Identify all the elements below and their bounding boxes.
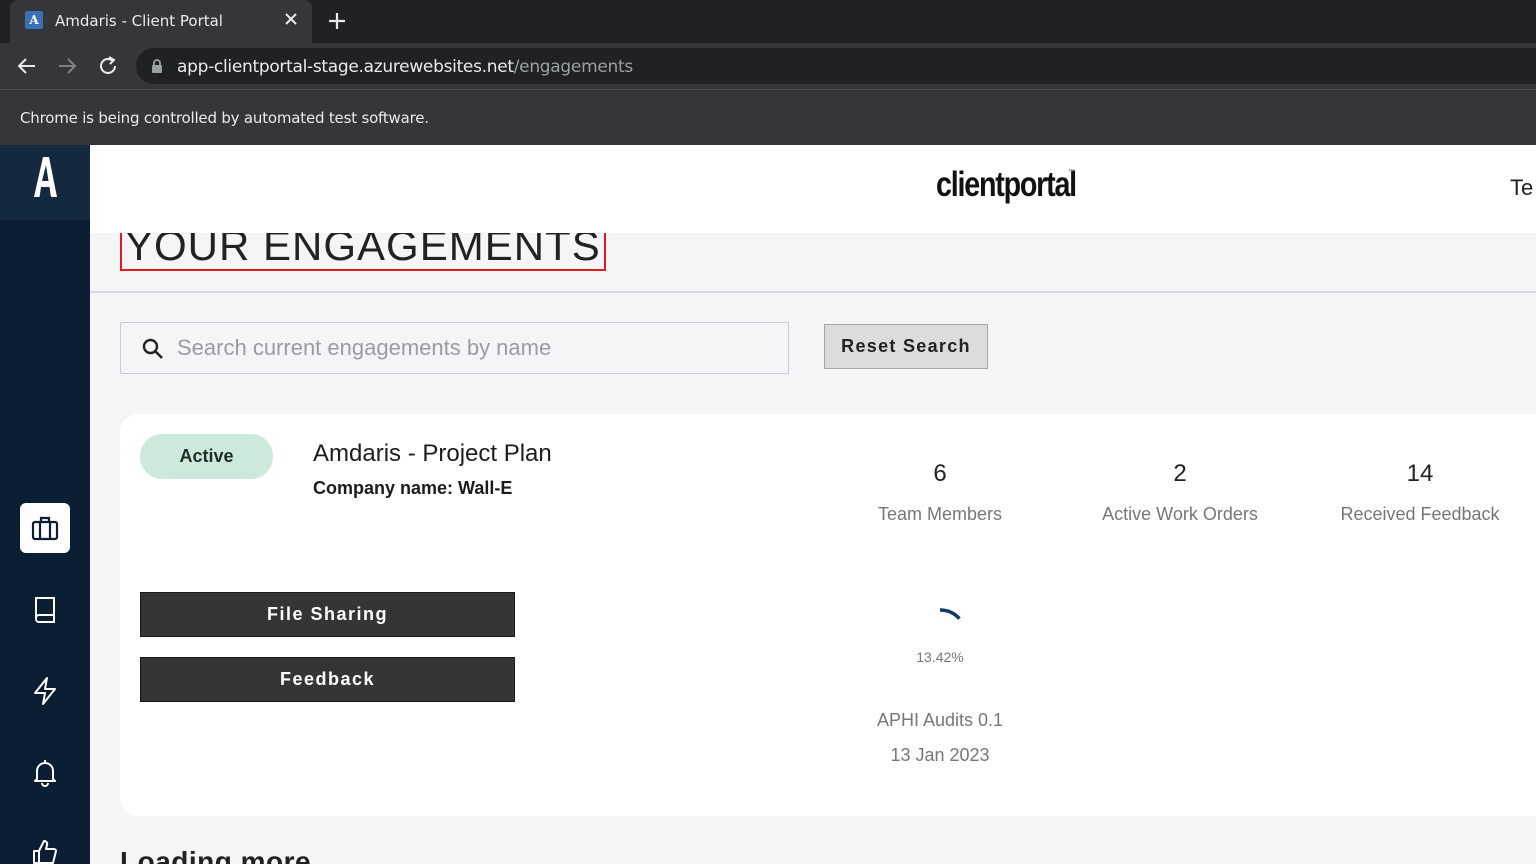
search-input[interactable] — [177, 323, 777, 373]
stat-value: 2 — [1173, 460, 1187, 487]
brand-logo[interactable]: clientportal — [936, 165, 1077, 205]
reset-search-button[interactable]: Reset Search — [824, 324, 988, 369]
browser-tab-bar: A Amdaris - Client Portal — [0, 0, 1536, 43]
progress-arc — [939, 608, 961, 620]
briefcase-icon — [31, 516, 59, 541]
reload-icon[interactable] — [96, 54, 120, 78]
stat-team-members: 6 Team Members — [840, 460, 1040, 525]
book-icon — [35, 597, 55, 623]
sidebar-item-feedback[interactable] — [20, 828, 70, 864]
url-host: app-clientportal-stage.azurewebsites.net — [177, 57, 514, 77]
sidebar-item-engagements[interactable] — [20, 503, 70, 553]
stat-value: 14 — [1406, 460, 1434, 487]
engagement-card: Active Amdaris - Project Plan Company na… — [120, 414, 1536, 816]
page-title: YOUR ENGAGEMENTS — [120, 233, 606, 271]
brand-trademark: ™ — [1068, 169, 1075, 176]
work-order-date: 13 Jan 2023 — [890, 745, 990, 765]
bell-icon — [34, 760, 56, 787]
engagement-name[interactable]: Amdaris - Project Plan — [313, 440, 552, 468]
browser-address-bar: app-clientportal-stage.azurewebsites.net… — [0, 43, 1536, 89]
back-arrow-icon[interactable] — [15, 54, 39, 78]
infobar-text: Chrome is being controlled by automated … — [20, 109, 429, 127]
file-sharing-button[interactable]: File Sharing — [140, 592, 515, 637]
sidebar-item-library[interactable] — [20, 585, 70, 635]
search-box — [120, 322, 789, 374]
sidebar-item-notifications[interactable] — [20, 747, 70, 797]
progress-percent: 13.42% — [916, 649, 964, 665]
new-tab-icon[interactable] — [326, 10, 348, 32]
search-icon — [142, 338, 163, 359]
sidebar-item-activity[interactable] — [20, 666, 70, 716]
loading-more-text: Loading more — [120, 846, 312, 864]
feedback-button[interactable]: Feedback — [140, 657, 515, 702]
stat-label: Received Feedback — [1340, 504, 1500, 524]
lightning-icon — [34, 677, 56, 705]
logo-a-icon — [34, 157, 57, 197]
favicon-icon: A — [25, 11, 43, 29]
stat-label: Team Members — [877, 504, 1003, 524]
thumbs-up-icon — [33, 840, 57, 864]
work-order-name: APHI Audits 0.1 — [876, 710, 1004, 730]
tab-title: Amdaris - Client Portal — [55, 12, 223, 30]
forward-arrow-icon[interactable] — [55, 54, 79, 78]
user-menu[interactable]: Te — [1510, 175, 1533, 201]
page-title-bar: YOUR ENGAGEMENTS — [90, 233, 1536, 293]
sidebar — [0, 145, 90, 864]
lock-icon[interactable] — [150, 58, 164, 74]
url-field[interactable]: app-clientportal-stage.azurewebsites.net… — [136, 48, 1536, 84]
status-badge: Active — [140, 434, 273, 479]
url-path: /engagements — [513, 57, 633, 77]
close-tab-icon[interactable] — [282, 10, 300, 28]
automation-infobar: Chrome is being controlled by automated … — [0, 89, 1536, 145]
stat-received-feedback: 14 Received Feedback — [1320, 460, 1520, 525]
browser-tab[interactable]: A Amdaris - Client Portal — [10, 0, 312, 43]
progress-indicator: 13.42% — [900, 604, 980, 665]
amdaris-logo[interactable] — [0, 145, 90, 220]
progress-ring — [939, 608, 961, 620]
url-text: app-clientportal-stage.azurewebsites.net… — [177, 57, 633, 77]
stat-active-work-orders: 2 Active Work Orders — [1080, 460, 1280, 525]
company-name: Company name: Wall-E — [313, 478, 513, 498]
stat-value: 6 — [933, 460, 947, 487]
stat-label: Active Work Orders — [1102, 504, 1258, 524]
app-header: clientportal ™ Te — [90, 145, 1536, 233]
